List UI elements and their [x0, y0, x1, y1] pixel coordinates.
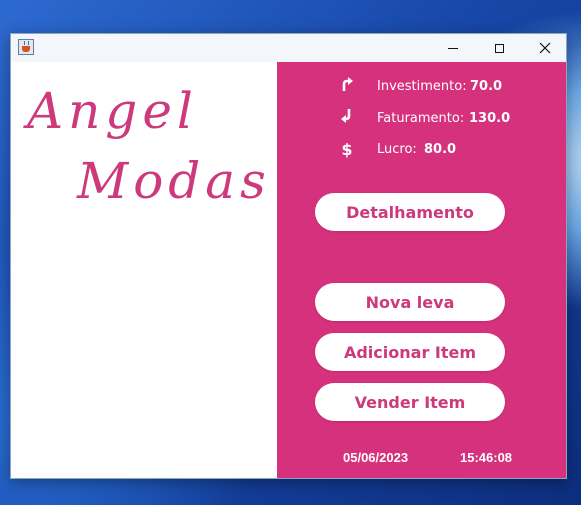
stat-investimento: Investimento: 70.0	[277, 75, 566, 97]
date-display: 05/06/2023	[343, 450, 409, 465]
arrow-turn-up-right-icon	[340, 76, 354, 96]
minimize-icon	[448, 47, 458, 49]
stat-faturamento: Faturamento: 130.0	[277, 107, 566, 129]
minimize-button[interactable]	[430, 34, 476, 62]
maximize-button[interactable]	[476, 34, 522, 62]
dollar-icon: $	[341, 139, 353, 159]
investimento-label: Investimento:	[377, 78, 467, 94]
title-bar[interactable]	[11, 34, 566, 62]
nova-leva-button[interactable]: Nova leva	[315, 283, 505, 321]
lucro-label: Lucro:	[377, 141, 417, 157]
investimento-value: 70.0	[470, 78, 503, 94]
detalhamento-button[interactable]: Detalhamento	[315, 193, 505, 231]
close-button[interactable]	[522, 34, 566, 62]
window-content: Angel Modas Investimento: 70.0 Faturamen…	[11, 62, 566, 478]
arrow-turn-down-left-icon	[340, 108, 354, 128]
vender-item-button[interactable]: Vender Item	[315, 383, 505, 421]
logo-panel: Angel Modas	[11, 62, 277, 478]
close-icon	[539, 42, 551, 54]
lucro-value: 80.0	[424, 141, 457, 157]
faturamento-label: Faturamento:	[377, 110, 465, 126]
control-panel: Investimento: 70.0 Faturamento: 130.0 $ …	[277, 62, 566, 478]
logo-text-angel: Angel	[27, 82, 198, 140]
adicionar-item-button[interactable]: Adicionar Item	[315, 333, 505, 371]
stat-lucro: $ Lucro: 80.0	[277, 138, 566, 160]
logo-text-modas: Modas	[77, 152, 271, 210]
faturamento-value: 130.0	[469, 110, 511, 126]
time-display: 15:46:08	[460, 450, 513, 465]
app-window: Angel Modas Investimento: 70.0 Faturamen…	[10, 33, 567, 479]
java-app-icon	[18, 39, 34, 55]
maximize-icon	[494, 43, 504, 53]
